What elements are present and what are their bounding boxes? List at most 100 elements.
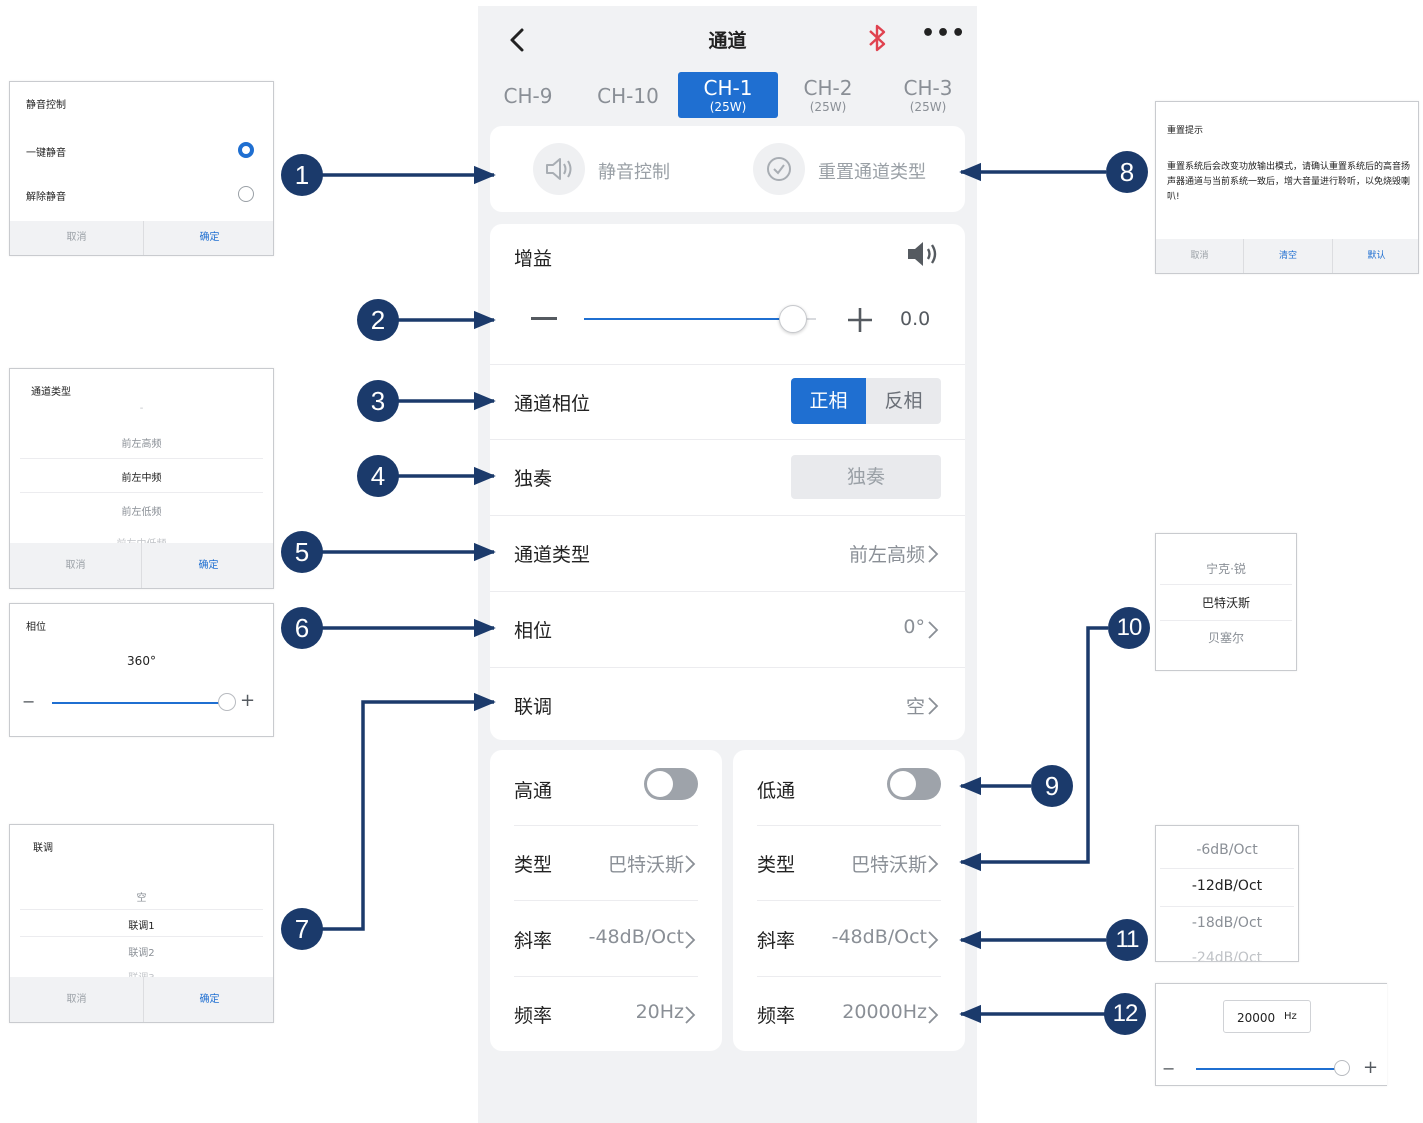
callout-marker-9: 9 xyxy=(1031,765,1073,807)
mute-all-option[interactable]: 一键静音 xyxy=(26,144,66,159)
lowpass-toggle[interactable] xyxy=(887,768,941,800)
frequency-input-value: 20000 xyxy=(1237,1011,1276,1025)
channel-type-value: 前左高频 xyxy=(848,544,925,566)
link-dialog: 联调 空 联调1 联调2 联调3 取消 确定 xyxy=(9,824,274,1023)
picker-item[interactable]: -24dB/Oct xyxy=(1156,950,1298,961)
picker-item-selected[interactable]: 巴特沃斯 xyxy=(1156,594,1296,611)
channel-phase-label: 通道相位 xyxy=(514,393,591,415)
phase-inverted-option[interactable]: 反相 xyxy=(866,378,941,424)
unmute-option[interactable]: 解除静音 xyxy=(26,188,66,203)
channel-type-row[interactable]: 通道类型 前左高频 xyxy=(490,516,965,591)
callout-marker-7: 7 xyxy=(281,908,323,950)
callout-marker-1: 1 xyxy=(281,154,323,196)
highpass-slope-value[interactable]: -48dB/Oct xyxy=(589,926,684,948)
bluetooth-icon[interactable] xyxy=(864,22,890,54)
picker-item[interactable]: -6dB/Oct xyxy=(1156,842,1298,858)
gain-label: 增益 xyxy=(514,248,553,270)
radio-selected-icon[interactable] xyxy=(238,142,254,158)
chevron-right-icon xyxy=(928,1006,939,1024)
cancel-button[interactable]: 取消 xyxy=(10,221,143,255)
picker-item[interactable]: 宁克·锐 xyxy=(1156,560,1296,577)
link-row[interactable]: 联调 空 xyxy=(490,668,965,740)
dialog-title: 通道类型 xyxy=(31,387,71,398)
dialog-title: 相位 xyxy=(26,622,46,633)
solo-button[interactable]: 独奏 xyxy=(791,455,941,499)
highpass-slope-label: 斜率 xyxy=(514,930,553,952)
picker-item-selected[interactable]: -12dB/Oct xyxy=(1156,878,1298,894)
picker-item[interactable]: -18dB/Oct xyxy=(1156,915,1298,931)
phase-decrease-button[interactable]: − xyxy=(22,692,35,711)
frequency-slider[interactable] xyxy=(1196,1068,1340,1070)
frequency-dialog: 20000 Hz − + xyxy=(1155,983,1387,1086)
highpass-type-value[interactable]: 巴特沃斯 xyxy=(608,850,684,877)
cancel-button[interactable]: 取消 xyxy=(10,977,143,1022)
frequency-increase-button[interactable]: + xyxy=(1363,1057,1378,1078)
reset-channel-type-button[interactable] xyxy=(753,143,805,195)
cancel-button[interactable]: 取消 xyxy=(1156,239,1243,273)
picker-item[interactable]: 贝塞尔 xyxy=(1156,629,1296,646)
frequency-decrease-button[interactable]: − xyxy=(1162,1059,1175,1078)
frequency-slider-thumb[interactable] xyxy=(1334,1060,1350,1076)
phase-slider[interactable] xyxy=(52,702,228,704)
phase-dialog-value: 360° xyxy=(127,654,156,668)
confirm-button[interactable]: 确定 xyxy=(144,977,273,1022)
mute-control-label: 静音控制 xyxy=(598,162,670,183)
phase-slider-thumb[interactable] xyxy=(218,693,236,711)
lowpass-freq-value[interactable]: 20000Hz xyxy=(842,1001,927,1023)
dialog-title: 联调 xyxy=(33,843,53,854)
default-button[interactable]: 默认 xyxy=(1333,239,1418,273)
lowpass-type-label: 类型 xyxy=(757,854,796,876)
picker-item[interactable]: 前左高频 xyxy=(10,435,273,450)
tab-ch-2[interactable]: CH-2 (25W) xyxy=(778,72,878,118)
tab-ch-1[interactable]: CH-1 (25W) xyxy=(678,72,778,118)
picker-item-selected[interactable]: 前左中频 xyxy=(10,469,273,484)
lowpass-type-value[interactable]: 巴特沃斯 xyxy=(851,850,927,877)
dialog-message: 重置系统后会改变功放输出模式，请确认重置系统后的高音扬声器通道与当前系统一致后，… xyxy=(1167,162,1411,202)
reset-confirm-dialog: 重置提示 重置系统后会改变功放输出模式，请确认重置系统后的高音扬声器通道与当前系… xyxy=(1155,101,1419,274)
tab-ch-3[interactable]: CH-3 (25W) xyxy=(878,72,978,118)
picker-item[interactable]: 联调2 xyxy=(10,944,273,959)
gain-slider[interactable] xyxy=(584,305,816,333)
dialog-footer: 取消 确定 xyxy=(10,977,273,1022)
gain-decrease-button[interactable] xyxy=(531,317,557,320)
gain-slider-thumb[interactable] xyxy=(779,305,807,333)
cancel-button[interactable]: 取消 xyxy=(10,543,141,588)
callout-marker-2: 2 xyxy=(357,299,399,341)
radio-empty-icon[interactable] xyxy=(238,186,254,202)
phase-increase-button[interactable]: + xyxy=(240,690,255,711)
picker-item[interactable]: 空 xyxy=(10,889,273,904)
more-menu-button[interactable]: ••• xyxy=(921,22,965,52)
phase-label: 相位 xyxy=(514,620,553,642)
gain-value: 0.0 xyxy=(900,308,931,330)
callout-marker-3: 3 xyxy=(357,380,399,422)
highpass-toggle[interactable] xyxy=(644,768,698,800)
frequency-input[interactable]: 20000 Hz xyxy=(1223,1000,1311,1033)
callout-marker-6: 6 xyxy=(281,607,323,649)
reset-channel-type-label: 重置通道类型 xyxy=(818,162,926,183)
gain-increase-button[interactable] xyxy=(846,306,874,334)
tab-ch-10[interactable]: CH-10 xyxy=(578,72,678,118)
highpass-freq-value[interactable]: 20Hz xyxy=(636,1001,684,1023)
channel-phase-row: 通道相位 正相 反相 xyxy=(490,365,965,439)
arrow-10 xyxy=(959,626,1108,872)
volume-icon[interactable] xyxy=(904,238,940,270)
callout-marker-8: 8 xyxy=(1106,151,1148,193)
phase-row[interactable]: 相位 0° xyxy=(490,592,965,667)
lowpass-slope-label: 斜率 xyxy=(757,930,796,952)
arrow-7 xyxy=(322,692,496,931)
picker-item-selected[interactable]: 联调1 xyxy=(10,917,273,932)
callout-marker-5: 5 xyxy=(281,531,323,573)
lowpass-slope-value[interactable]: -48dB/Oct xyxy=(832,926,927,948)
picker-item[interactable]: 前左低频 xyxy=(10,503,273,518)
clear-button[interactable]: 清空 xyxy=(1244,239,1332,273)
confirm-button[interactable]: 确定 xyxy=(142,543,273,588)
channel-screen: 通道 ••• CH-9 CH-10 CH-1 (25W) CH-2 (25W) CH… xyxy=(478,6,977,1123)
gain-slider-fill xyxy=(584,318,793,320)
picker-item[interactable]: - xyxy=(10,403,273,414)
solo-label: 独奏 xyxy=(514,468,553,490)
confirm-button[interactable]: 确定 xyxy=(144,221,273,255)
chevron-right-icon xyxy=(685,1006,696,1024)
tab-ch-9[interactable]: CH-9 xyxy=(478,72,578,118)
phase-normal-option[interactable]: 正相 xyxy=(791,378,866,424)
mute-control-button[interactable] xyxy=(533,143,585,195)
